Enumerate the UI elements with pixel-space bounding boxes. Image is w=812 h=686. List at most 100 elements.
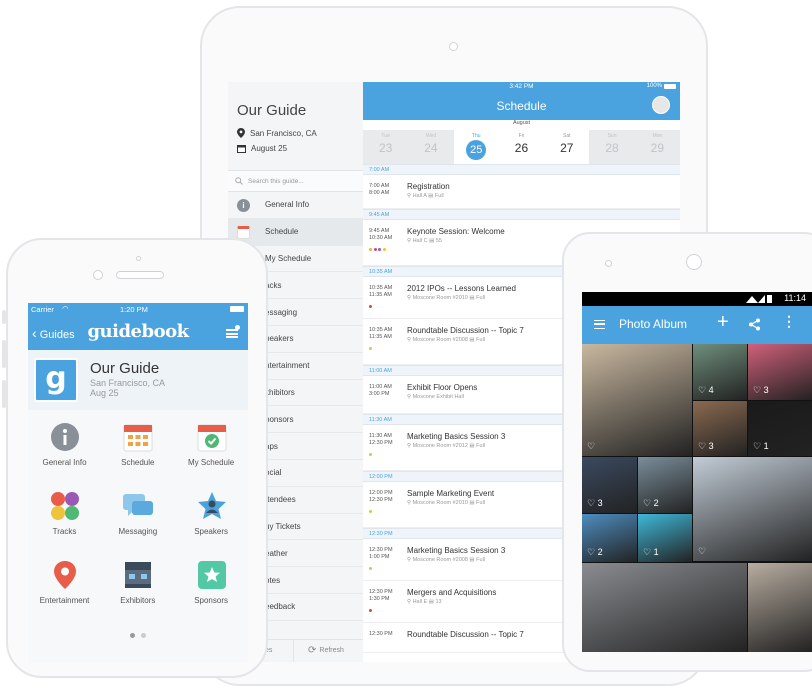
- session-location: Hall A: [412, 193, 427, 199]
- battery-icon: [664, 84, 676, 89]
- photo-album-toolbar: Photo Album + ⋮: [582, 306, 812, 344]
- like-count: 2: [653, 498, 659, 508]
- session-capacity: 55: [435, 238, 442, 244]
- photo-likes[interactable]: ♡: [587, 441, 595, 452]
- photo-likes[interactable]: ♡ 3: [587, 498, 603, 509]
- track-color-dot: [369, 248, 372, 251]
- schedule-session-row[interactable]: 7:00 AM 8:00 AM Registration ⚲ Hall A ▤ Ful…: [363, 175, 680, 209]
- photo-thumbnail[interactable]: [582, 563, 747, 652]
- module-label: Speakers: [194, 527, 228, 536]
- module-tile[interactable]: Tracks: [28, 479, 101, 547]
- map-pin-icon: [50, 560, 80, 590]
- module-label: Messaging: [118, 527, 158, 536]
- avatar[interactable]: [652, 96, 670, 114]
- photo-thumbnail[interactable]: ♡ 3: [693, 401, 747, 456]
- photo-thumbnail[interactable]: ♡ 2: [582, 514, 637, 562]
- search-guide-input[interactable]: Search this guide...: [228, 170, 363, 192]
- menu-icon[interactable]: [226, 329, 238, 338]
- schedule-time-header: 9:45 AM: [363, 209, 680, 220]
- session-capacity: 13: [435, 599, 442, 605]
- calendar-day[interactable]: Mon 29: [634, 130, 680, 164]
- module-tile[interactable]: Schedule: [101, 410, 174, 478]
- module-tile[interactable]: My Schedule: [175, 410, 248, 478]
- session-meta: ⚲ Moscone Room #2012 ▤ Full: [407, 443, 485, 449]
- session-start-time: 12:30 PM: [369, 589, 393, 595]
- photo-thumbnail[interactable]: [748, 563, 812, 652]
- photo-likes[interactable]: ♡ 1: [753, 441, 769, 452]
- calendar-day[interactable]: Thu 25: [454, 130, 499, 164]
- photo-thumbnail[interactable]: ♡ 2: [638, 457, 692, 513]
- photo-thumbnail[interactable]: ♡ 3: [582, 457, 637, 513]
- module-tile[interactable]: Sponsors: [175, 548, 248, 616]
- calendar-day[interactable]: Wed 24: [408, 130, 454, 164]
- session-location: Moscone Room #2010: [412, 295, 468, 301]
- page-dot: [141, 633, 146, 638]
- like-count: 2: [597, 547, 603, 557]
- photo-likes[interactable]: ♡ 3: [753, 385, 769, 396]
- share-icon[interactable]: [748, 318, 761, 331]
- android-sensor: [605, 260, 612, 267]
- track-color-dot: [369, 567, 372, 570]
- guidebook-logo: guidebook: [87, 321, 189, 342]
- session-name: Marketing Basics Session 3: [407, 432, 506, 441]
- heart-icon: ♡: [587, 547, 598, 557]
- track-color-dot: [369, 453, 372, 456]
- like-count: 3: [708, 441, 714, 451]
- sidebar-item[interactable]: i General Info: [228, 192, 363, 219]
- session-end-time: 12:30 PM: [369, 497, 393, 503]
- capacity-icon: ▤: [467, 443, 477, 449]
- guide-name: Our Guide: [90, 360, 160, 377]
- photo-likes[interactable]: ♡ 2: [643, 498, 659, 509]
- module-label: Entertainment: [39, 596, 90, 605]
- guide-header[interactable]: g Our Guide San Francisco, CA Aug 25: [28, 350, 248, 411]
- like-count: 3: [597, 498, 603, 508]
- track-color-dot: [369, 609, 372, 612]
- calendar-day[interactable]: Fri 26: [499, 130, 544, 164]
- menu-icon[interactable]: [594, 320, 605, 329]
- day-number: 24: [424, 141, 438, 155]
- iphone-mute: [2, 310, 6, 324]
- calendar-day-strip: Tue 23 Wed 24 Thu 25 Fri 26 Sat 27 Sun 28 Mon 29: [363, 130, 680, 164]
- photo-likes[interactable]: ♡ 2: [587, 547, 603, 558]
- tablet-battery-percent: 100%: [646, 83, 662, 89]
- photo-thumbnail[interactable]: ♡ 4: [693, 344, 747, 400]
- add-photo-button[interactable]: +: [717, 311, 729, 334]
- sidebar-item-label: uy Tickets: [265, 521, 301, 531]
- iphone-screen: Carrier ◠ 1:20 PM ‹ Guides guidebook g O…: [28, 303, 248, 663]
- refresh-button[interactable]: ⟳ Refresh: [308, 645, 344, 656]
- module-tile[interactable]: Messaging: [101, 479, 174, 547]
- photo-likes[interactable]: ♡ 3: [698, 441, 714, 452]
- tablet-camera: [449, 42, 458, 51]
- photo-likes[interactable]: ♡ 4: [698, 385, 714, 396]
- module-tile[interactable]: General Info: [28, 410, 101, 478]
- photo-likes[interactable]: ♡: [698, 546, 706, 557]
- module-tile[interactable]: Entertainment: [28, 548, 101, 616]
- session-start-time: 7:00 AM: [369, 183, 390, 189]
- day-number: 27: [560, 141, 574, 155]
- photo-thumbnail[interactable]: ♡: [693, 457, 812, 561]
- day-number: 25: [466, 140, 487, 160]
- track-color-dot: [373, 248, 377, 251]
- photo-thumbnail[interactable]: ♡ 1: [638, 514, 692, 562]
- calendar-day[interactable]: Sun 28: [589, 130, 635, 164]
- calendar-day[interactable]: Sat 27: [544, 130, 589, 164]
- calendar-icon: [237, 225, 250, 239]
- chat-bubbles-icon: [123, 491, 154, 521]
- photo-thumbnail[interactable]: ♡ 3: [748, 344, 812, 400]
- module-tile[interactable]: Exhibitors: [101, 548, 174, 616]
- android-status-time: 11:14: [784, 293, 806, 303]
- session-location: Hall C: [412, 238, 428, 244]
- calendar-day[interactable]: Tue 23: [363, 130, 409, 164]
- session-end-time: 10:30 AM: [369, 235, 393, 241]
- day-of-week: Sat: [563, 133, 571, 139]
- capacity-icon: ▤: [467, 557, 477, 563]
- photo-likes[interactable]: ♡ 1: [643, 547, 659, 558]
- session-start-time: 10:35 AM: [369, 285, 393, 291]
- more-options-button[interactable]: ⋮: [782, 313, 796, 330]
- location-pin-icon: [237, 128, 245, 138]
- module-tile[interactable]: Speakers: [175, 479, 248, 547]
- photo-thumbnail[interactable]: ♡ 1: [748, 401, 812, 456]
- android-screen: 11:14 Photo Album + ⋮ ♡ ♡ 4 ♡ 3 ♡ 3 ♡ 1 ♡ 3 ♡…: [582, 292, 812, 652]
- heart-icon: ♡: [753, 441, 764, 451]
- photo-thumbnail[interactable]: ♡: [582, 344, 692, 456]
